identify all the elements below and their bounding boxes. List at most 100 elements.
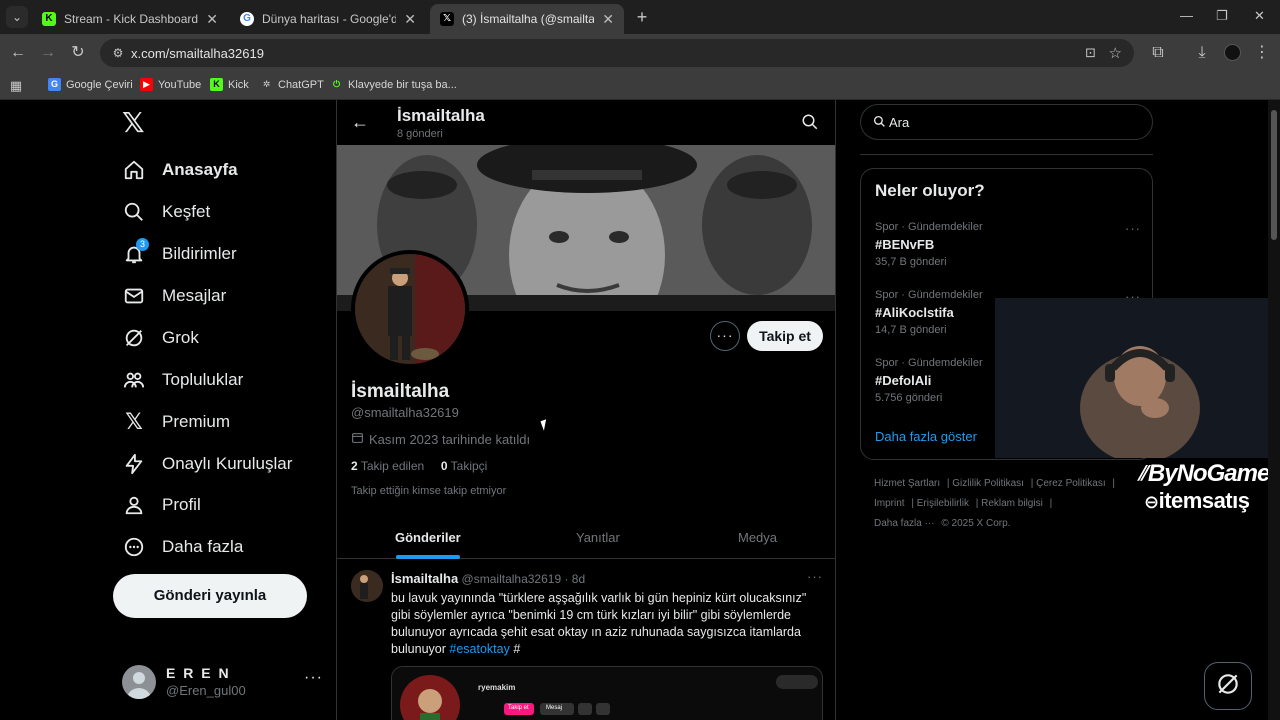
avatar [122,665,156,699]
nav-verified-orgs[interactable]: Onaylı Kuruluşlar [122,449,292,479]
tab-media[interactable]: Medya [738,530,777,545]
more-circle-icon [122,535,146,559]
tweet[interactable]: İsmailtalha @smailtalha32619 · 8d ··· bu… [337,560,835,720]
bookmark-kick[interactable]: K Kick [210,78,249,91]
download-icon[interactable]: ⤓ [1192,43,1212,63]
grok-icon [122,326,146,350]
tweet-author-name[interactable]: İsmailtalha [391,571,458,586]
browser-tab-x-active[interactable]: 𝕏 (3) İsmailtalha (@smailtalha326 ✕ [430,4,624,34]
trend-item[interactable]: Spor · Gündemdekiler #BENvFB 35,7 B gönd… [875,221,1145,268]
browser-profile-avatar[interactable] [1224,44,1241,61]
footer-link[interactable]: Hizmet Şartları [874,478,940,489]
follow-button[interactable]: Takip et [747,321,823,351]
browser-menu-icon[interactable]: ⋮ [1252,43,1272,63]
footer-link[interactable]: Imprint [874,498,905,509]
minimize-icon[interactable]: — [1180,8,1193,23]
search-icon[interactable] [801,113,819,136]
footer-link[interactable]: Erişilebilirlik [917,498,969,509]
extensions-puzzle-icon[interactable]: ⧉ [1148,43,1168,63]
followers-link[interactable]: 0 Takipçi [441,459,488,473]
nav-communities[interactable]: Topluluklar [122,365,243,395]
install-app-icon[interactable]: ⊡ [1085,45,1096,61]
url-text[interactable]: x.com/smailtalha32619 [131,46,264,61]
tweet-media-image[interactable]: ryemakim Takip et Mesaj [391,666,823,720]
x-logo-icon[interactable]: 𝕏 [122,109,148,137]
nav-explore[interactable]: Keşfet [122,197,210,227]
new-tab-plus-icon[interactable]: + [632,6,652,28]
trend-name: #BENvFB [875,237,935,252]
nav-notifications[interactable]: 3 Bildirimler [122,238,237,269]
media-follow-label: Takip et [508,705,529,711]
following-count: 2 [351,459,358,473]
grok-floating-button[interactable] [1204,662,1252,710]
close-tab-icon[interactable]: ✕ [602,11,614,28]
maximize-icon[interactable]: ❐ [1216,8,1228,24]
x-icon: 𝕏 [125,409,143,434]
back-arrow-icon[interactable]: ← [8,43,28,63]
nav-premium[interactable]: 𝕏 Premium [122,407,230,437]
footer-link[interactable]: Gizlilik Politikası [952,478,1024,489]
chatgpt-icon: ✲ [262,79,271,89]
tweet-header: İsmailtalha @smailtalha32619 · 8d [391,571,585,586]
site-settings-icon[interactable]: ⚙ [110,45,126,61]
tab-replies[interactable]: Yanıtlar [576,530,620,545]
more-dots-icon[interactable]: ··· [304,669,323,687]
tweet-more-dots-icon[interactable]: ··· [807,569,823,584]
nav-grok[interactable]: Grok [122,323,199,353]
bookmark-star-icon[interactable]: ☆ [1109,44,1122,62]
tab-search-chevron-icon[interactable]: ⌄ [6,6,28,28]
apps-grid-icon[interactable]: ▦ [6,76,26,96]
nav-label: Keşfet [162,202,211,221]
footer-link[interactable]: Reklam bilgisi [981,498,1043,509]
scrollbar-thumb[interactable] [1271,110,1277,240]
account-switcher[interactable]: E R E N @Eren_gul00 ··· [122,663,322,703]
tweet-hashtag[interactable]: #esatoktay [449,642,509,656]
followers-label: Takipçi [450,459,488,473]
profile-avatar[interactable] [351,250,469,368]
page-scrollbar[interactable] [1268,100,1280,720]
show-more-link[interactable]: Daha fazla göster [875,429,977,444]
account-handle: @Eren_gul00 [166,683,246,698]
forward-arrow-icon[interactable]: → [38,43,58,63]
bookmark-youtube[interactable]: ▶ YouTube [140,78,201,91]
kick-icon: K [42,12,56,26]
person-icon [122,493,146,517]
bell-icon: 3 [122,238,149,266]
trend-more-dots-icon[interactable]: ··· [1125,221,1141,236]
grok-icon [1215,671,1241,702]
bookmark-label: Google Çeviri [66,78,133,91]
close-tab-icon[interactable]: ✕ [206,11,218,28]
post-button[interactable]: Gönderi yayınla [113,574,307,618]
bookmark-keyboard[interactable]: ⏻ Klavyede bir tuşa ba... [330,78,457,91]
footer-more-link[interactable]: Daha fazla ··· [874,518,935,529]
window-close-icon[interactable]: ✕ [1254,8,1265,24]
following-link[interactable]: 2 Takip edilen [351,459,424,473]
reload-icon[interactable]: ↻ [68,43,88,63]
search-input[interactable]: Ara [860,104,1153,140]
tweet-time[interactable]: · 8d [564,572,585,586]
tab-posts[interactable]: Gönderiler [395,530,461,545]
profile-name: İsmailtalha [351,381,450,402]
browser-tab-google[interactable]: G Dünya haritası - Google'da Ara ✕ [230,4,426,34]
nav-home[interactable]: Anasayfa [122,155,238,185]
profile-more-dots-icon[interactable]: ··· [710,321,740,351]
close-tab-icon[interactable]: ✕ [404,11,416,28]
address-bar[interactable]: ⚙ x.com/smailtalha32619 ⊡ ☆ [100,39,1134,67]
nav-messages[interactable]: Mesajlar [122,281,226,311]
nav-label: Onaylı Kuruluşlar [162,454,293,473]
media-message-label: Mesaj [546,705,563,711]
nav-more[interactable]: Daha fazla [122,532,243,562]
profile-handle: @smailtalha32619 [351,405,459,420]
tweet-tail: # [509,642,521,656]
browser-tab-kick[interactable]: K Stream - Kick Dashboard ✕ [32,4,228,34]
footer-link[interactable]: Çerez Politikası [1036,478,1105,489]
back-arrow-icon[interactable]: ← [351,112,369,133]
tab-title: (3) İsmailtalha (@smailtalha326 [462,12,595,26]
bookmark-google-translate[interactable]: G Google Çeviri [48,78,133,91]
itemsatis-logo: ⊖itemsatış [1144,488,1250,514]
bookmark-chatgpt[interactable]: ✲ ChatGPT [260,78,324,91]
tweet-author-handle[interactable]: @smailtalha32619 [462,572,562,586]
profile-column: ← İsmailtalha 8 gönderi ··· Takip et İsm… [336,100,836,720]
nav-profile[interactable]: Profil [122,490,201,520]
tweet-avatar[interactable] [351,570,383,602]
